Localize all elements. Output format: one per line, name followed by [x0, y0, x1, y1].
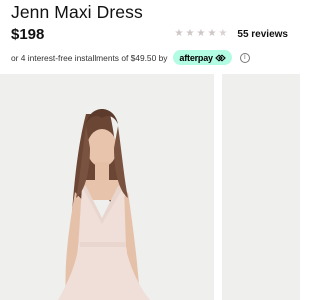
star-rating: ★ ★ ★ ★ ★ [175, 28, 230, 40]
star-icon: ★ [218, 28, 228, 39]
installments-row: or 4 interest-free installments of $49.5… [11, 50, 250, 65]
star-icon: ★ [196, 28, 206, 39]
info-icon[interactable]: i [239, 52, 250, 63]
afterpay-icon [215, 53, 226, 62]
rating-summary[interactable]: ★ ★ ★ ★ ★ 55 reviews [175, 28, 288, 40]
star-icon: ★ [185, 28, 195, 39]
star-icon: ★ [174, 28, 184, 39]
product-title: Jenn Maxi Dress [11, 2, 143, 22]
product-header: Jenn Maxi Dress $198 ★ ★ ★ ★ ★ 55 review… [0, 0, 300, 72]
next-photo-preview[interactable] [222, 74, 300, 300]
star-icon: ★ [207, 28, 217, 39]
product-gallery[interactable] [0, 74, 300, 300]
installments-text: or 4 interest-free installments of $49.5… [11, 52, 168, 63]
model-illustration [0, 74, 214, 300]
product-photo[interactable] [0, 74, 214, 300]
reviews-link[interactable]: 55 reviews [237, 29, 288, 40]
afterpay-badge[interactable]: afterpay [173, 50, 232, 65]
afterpay-label: afterpay [179, 52, 213, 63]
product-price: $198 [11, 26, 45, 43]
next-photo-illustration [222, 74, 300, 300]
